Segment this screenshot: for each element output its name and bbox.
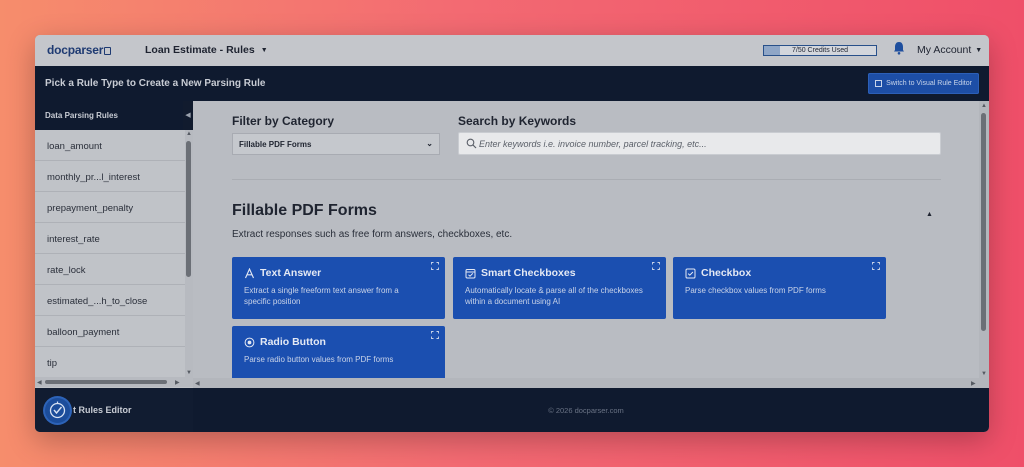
card-description: Parse checkbox values from PDF forms [685, 286, 826, 295]
card-title: Text Answer [260, 267, 322, 279]
sidebar: Data Parsing Rules ◀ loan_amount monthly… [35, 101, 193, 388]
main-horizontal-scrollbar[interactable] [193, 378, 979, 388]
category-selected-value: Fillable PDF Forms [239, 140, 312, 149]
sidebar-item-balloon-payment[interactable]: balloon_payment [35, 316, 185, 347]
expand-icon[interactable] [872, 262, 880, 270]
account-label: My Account [917, 44, 972, 56]
switch-visual-editor-button[interactable]: Switch to Visual Rule Editor [868, 73, 979, 94]
scroll-down-arrow-icon[interactable]: ▼ [186, 370, 192, 376]
sidebar-item-interest-rate[interactable]: interest_rate [35, 223, 185, 254]
expand-icon[interactable] [431, 262, 439, 270]
document-title: Loan Estimate - Rules [145, 44, 255, 56]
sidebar-item-prepayment-penalty[interactable]: prepayment_penalty [35, 192, 185, 223]
search-box[interactable] [458, 132, 941, 155]
sidebar-vertical-scroll-thumb[interactable] [186, 141, 191, 277]
logo-mark-icon [104, 47, 112, 55]
sidebar-item-rate-lock[interactable]: rate_lock [35, 254, 185, 285]
filter-label: Filter by Category [232, 114, 335, 128]
card-description: Extract a single freeform text answer fr… [244, 286, 399, 306]
logo-text: docparser [47, 43, 104, 57]
rule-type-header: Pick a Rule Type to Create a New Parsing… [35, 66, 989, 101]
bell-icon[interactable] [893, 41, 905, 55]
footer: t Rules Editor © 2026 docparser.com [35, 388, 989, 432]
collapse-section-icon[interactable]: ▲ [926, 211, 933, 218]
section-divider [232, 179, 941, 180]
card-title: Smart Checkboxes [481, 267, 576, 279]
card-title: Radio Button [260, 336, 326, 348]
sidebar-item-tip[interactable]: tip [35, 347, 185, 378]
chevron-left-icon: ◀ [185, 112, 191, 119]
caret-down-icon: ▼ [975, 47, 983, 54]
checkbox-icon [685, 268, 696, 278]
section-description: Extract responses such as free form answ… [232, 229, 513, 240]
visual-editor-label: Switch to Visual Rule Editor [886, 80, 972, 87]
sidebar-item-loan-amount[interactable]: loan_amount [35, 130, 185, 161]
expand-icon[interactable] [431, 331, 439, 339]
expand-icon[interactable] [652, 262, 660, 270]
scroll-down-arrow-icon[interactable]: ▼ [981, 371, 987, 377]
scroll-up-arrow-icon[interactable]: ▲ [981, 103, 987, 109]
rule-card-smart-checkboxes[interactable]: Smart Checkboxes Automatically locate & … [453, 257, 666, 319]
text-icon [244, 267, 255, 278]
scroll-left-arrow-icon[interactable]: ◀ [195, 380, 200, 387]
main-content: Filter by Category Fillable PDF Forms ⌄ … [193, 101, 989, 388]
sidebar-item-estimated-cash-to-close[interactable]: estimated_...h_to_close [35, 285, 185, 316]
scroll-right-arrow-icon[interactable]: ▶ [971, 380, 976, 387]
card-description: Parse radio button values from PDF forms [244, 355, 394, 364]
app-window: docparser Loan Estimate - Rules ▼ 7/50 Cr… [35, 35, 989, 432]
section-title: Fillable PDF Forms [232, 202, 377, 219]
search-label: Search by Keywords [458, 114, 577, 128]
radio-icon [244, 337, 255, 347]
header-instruction: Pick a Rule Type to Create a New Parsing… [45, 78, 266, 89]
copyright-text: © 2026 docparser.com [548, 406, 624, 415]
sidebar-item-monthly-principal-interest[interactable]: monthly_pr...l_interest [35, 161, 185, 192]
sidebar-horizontal-scroll-thumb[interactable] [45, 380, 167, 384]
card-description: Automatically locate & parse all of the … [465, 286, 643, 306]
top-bar: docparser Loan Estimate - Rules ▼ 7/50 Cr… [35, 35, 989, 66]
rule-list: loan_amount monthly_pr...l_interest prep… [35, 130, 185, 378]
rule-card-text-answer[interactable]: Text Answer Extract a single freeform te… [232, 257, 445, 319]
card-title: Checkbox [701, 267, 752, 279]
credits-text: 7/50 Credits Used [791, 47, 849, 54]
scroll-up-arrow-icon[interactable]: ▲ [186, 131, 192, 137]
credits-fill [764, 46, 780, 55]
docparser-logo[interactable]: docparser [47, 43, 112, 57]
chevron-down-icon: ⌄ [426, 139, 433, 148]
my-account-dropdown[interactable]: My Account ▼ [917, 44, 982, 56]
search-input[interactable] [479, 136, 929, 152]
rule-card-checkbox[interactable]: Checkbox Parse checkbox values from PDF … [673, 257, 886, 319]
smart-checkbox-icon [465, 268, 476, 278]
visual-editor-icon [875, 80, 883, 87]
scroll-right-arrow-icon[interactable]: ▶ [175, 379, 180, 386]
sidebar-title: Data Parsing Rules [35, 101, 183, 130]
collapse-sidebar-button[interactable]: ◀ [183, 101, 193, 130]
category-select[interactable]: Fillable PDF Forms ⌄ [232, 133, 440, 155]
scroll-left-arrow-icon[interactable]: ◀ [37, 379, 42, 386]
search-icon [466, 138, 477, 149]
document-title-dropdown[interactable]: Loan Estimate - Rules ▼ [145, 44, 268, 56]
caret-down-icon: ▼ [260, 47, 268, 54]
credits-meter: 7/50 Credits Used [763, 45, 877, 56]
main-vertical-scroll-thumb[interactable] [981, 113, 986, 331]
